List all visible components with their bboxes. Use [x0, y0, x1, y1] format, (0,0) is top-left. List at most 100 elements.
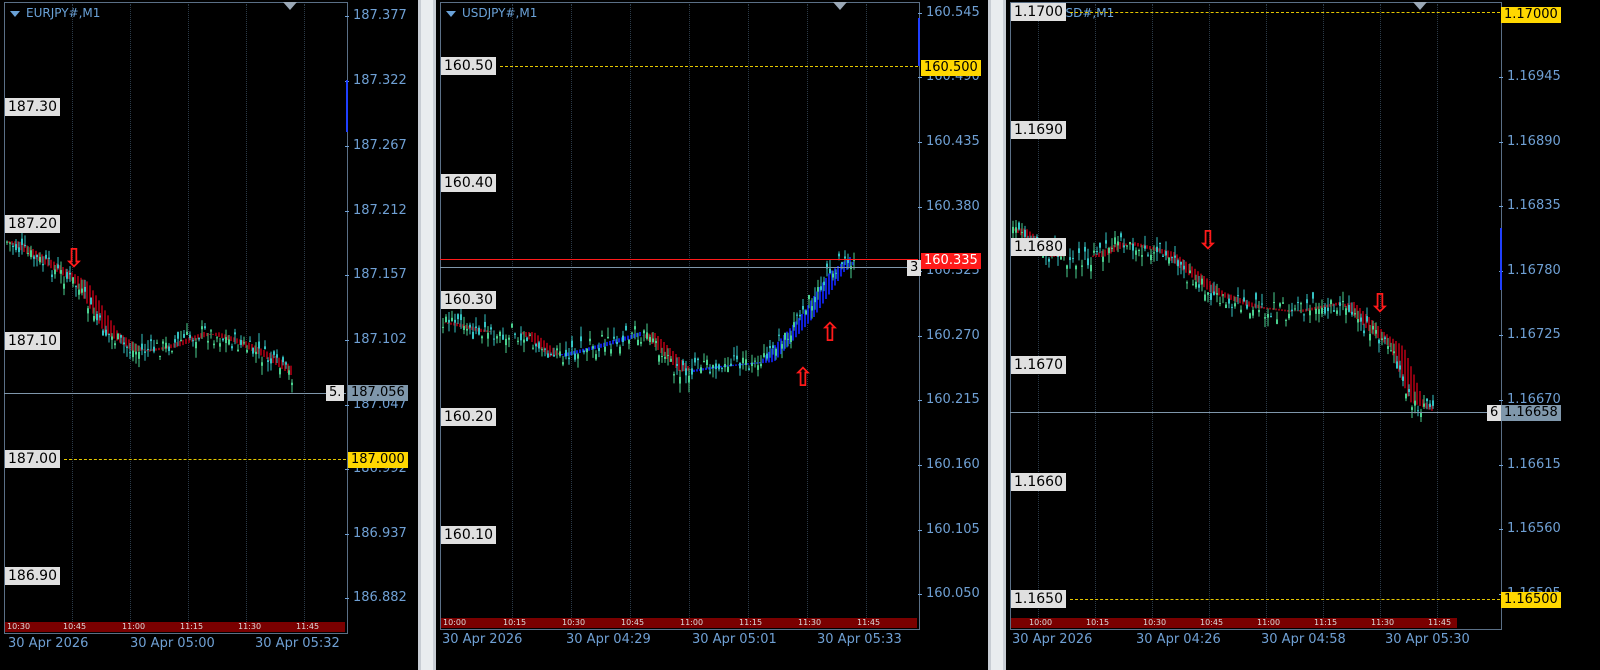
candle-body: [6, 241, 8, 243]
candle-body: [1423, 403, 1425, 407]
candle-body: [1321, 307, 1323, 314]
candle-body: [679, 376, 681, 384]
candle-body: [1288, 313, 1290, 319]
chart-window-eurjpy[interactable]: EURJPY#,M1 187.30 187.20 187.10 187.00 1…: [0, 0, 418, 670]
window-separator[interactable]: [988, 0, 1006, 670]
candle-body: [472, 331, 474, 339]
round-level-label: 1.1670: [1011, 356, 1066, 374]
round-level-label: 160.20: [441, 408, 496, 426]
down-arrow-icon: ⇩: [1197, 226, 1219, 256]
candle-body: [285, 362, 287, 365]
candle-body: [565, 349, 567, 357]
candle-body: [180, 339, 182, 341]
bid-price-prefix: 3: [907, 260, 922, 276]
price-chart[interactable]: [4, 2, 346, 622]
candle-body: [147, 348, 149, 350]
candle-body: [1075, 265, 1077, 270]
candle-body: [643, 330, 645, 334]
candle-body: [772, 345, 774, 348]
time-tick: 11:30: [1371, 618, 1395, 627]
candle-body: [517, 340, 519, 342]
candle-body: [1318, 309, 1320, 314]
price-tick: 160.435: [918, 134, 980, 149]
price-tick: 187.322: [345, 73, 407, 88]
candle-body: [42, 263, 44, 266]
candle-body: [847, 259, 849, 263]
candle-body: [1093, 250, 1095, 253]
price-tick: 187.212: [345, 203, 407, 218]
candle-body: [1369, 333, 1371, 341]
candle-body: [580, 336, 582, 342]
level-price-tag: 187.000: [348, 452, 408, 468]
down-arrow-icon: ⇩: [63, 244, 85, 274]
candle-body: [21, 238, 23, 245]
level-price-tag: 1.17000: [1501, 7, 1561, 23]
candle-body: [1312, 292, 1314, 299]
candle-body: [1135, 250, 1137, 255]
candle-body: [1174, 255, 1176, 258]
candle-body: [291, 382, 293, 386]
round-level-label: 187.10: [5, 332, 60, 350]
candle-body: [1195, 281, 1197, 288]
candle-body: [1114, 237, 1116, 245]
candle-body: [508, 337, 510, 340]
candle-body: [1204, 294, 1206, 301]
candle-body: [577, 354, 579, 359]
candle-body: [445, 316, 447, 323]
candle-body: [192, 340, 194, 342]
candle-body: [697, 358, 699, 361]
candle-body: [168, 346, 170, 352]
level-line: [500, 66, 918, 67]
price-chart[interactable]: [440, 2, 918, 618]
candle-body: [48, 257, 50, 259]
date-tick: 30 Apr 2026: [1012, 632, 1093, 647]
candle-body: [63, 283, 65, 289]
candle-body: [652, 338, 654, 342]
candle-body: [1402, 376, 1404, 381]
candle-body: [634, 326, 636, 330]
price-tick: 187.267: [345, 138, 407, 153]
candle-body: [1021, 232, 1023, 234]
candle-body: [1297, 301, 1299, 303]
candle-body: [270, 358, 272, 364]
chart-window-eurusd[interactable]: EURUSD#,M1 1.1700 1.1690 1.1680 1.1670 1…: [1006, 0, 1600, 670]
candle-body: [820, 286, 822, 290]
candle-body: [75, 286, 77, 288]
candle-body: [81, 288, 83, 293]
window-separator[interactable]: [418, 0, 436, 670]
candle-body: [745, 359, 747, 365]
candle-body: [144, 351, 146, 353]
candle-body: [796, 314, 798, 316]
chart-window-usdjpy[interactable]: USDJPY#,M1 160.50 160.40 160.30 160.20 1…: [436, 0, 988, 670]
candle-body: [1156, 246, 1158, 253]
candle-body: [778, 334, 780, 336]
candle-body: [120, 334, 122, 338]
candle-body: [1429, 403, 1431, 407]
candle-body: [781, 344, 783, 349]
date-tick: 30 Apr 05:00: [130, 636, 215, 651]
candle-body: [1201, 278, 1203, 285]
price-tick: 1.16725: [1499, 327, 1561, 342]
candle-body: [1210, 293, 1212, 300]
price-chart[interactable]: [1010, 2, 1500, 618]
candle-body: [1216, 293, 1218, 295]
candle-body: [1108, 247, 1110, 254]
candle-body: [1432, 400, 1434, 406]
candle-body: [39, 256, 41, 263]
candle-body: [1426, 398, 1428, 402]
candle-body: [556, 348, 558, 351]
candle-body: [1183, 265, 1185, 270]
candle-body: [1060, 256, 1062, 260]
price-tick: 186.937: [345, 526, 407, 541]
time-tick: 11:00: [1257, 618, 1281, 627]
price-tick: 160.105: [918, 522, 980, 537]
candle-body: [538, 342, 540, 349]
candle-body: [1345, 308, 1347, 315]
level-line: [1070, 599, 1500, 600]
round-level-label: 1.1660: [1011, 473, 1066, 491]
candle-body: [1018, 222, 1020, 230]
candle-body: [1066, 265, 1068, 269]
candle-body: [793, 322, 795, 328]
bid-line: [1010, 412, 1500, 413]
candle-body: [607, 336, 609, 339]
